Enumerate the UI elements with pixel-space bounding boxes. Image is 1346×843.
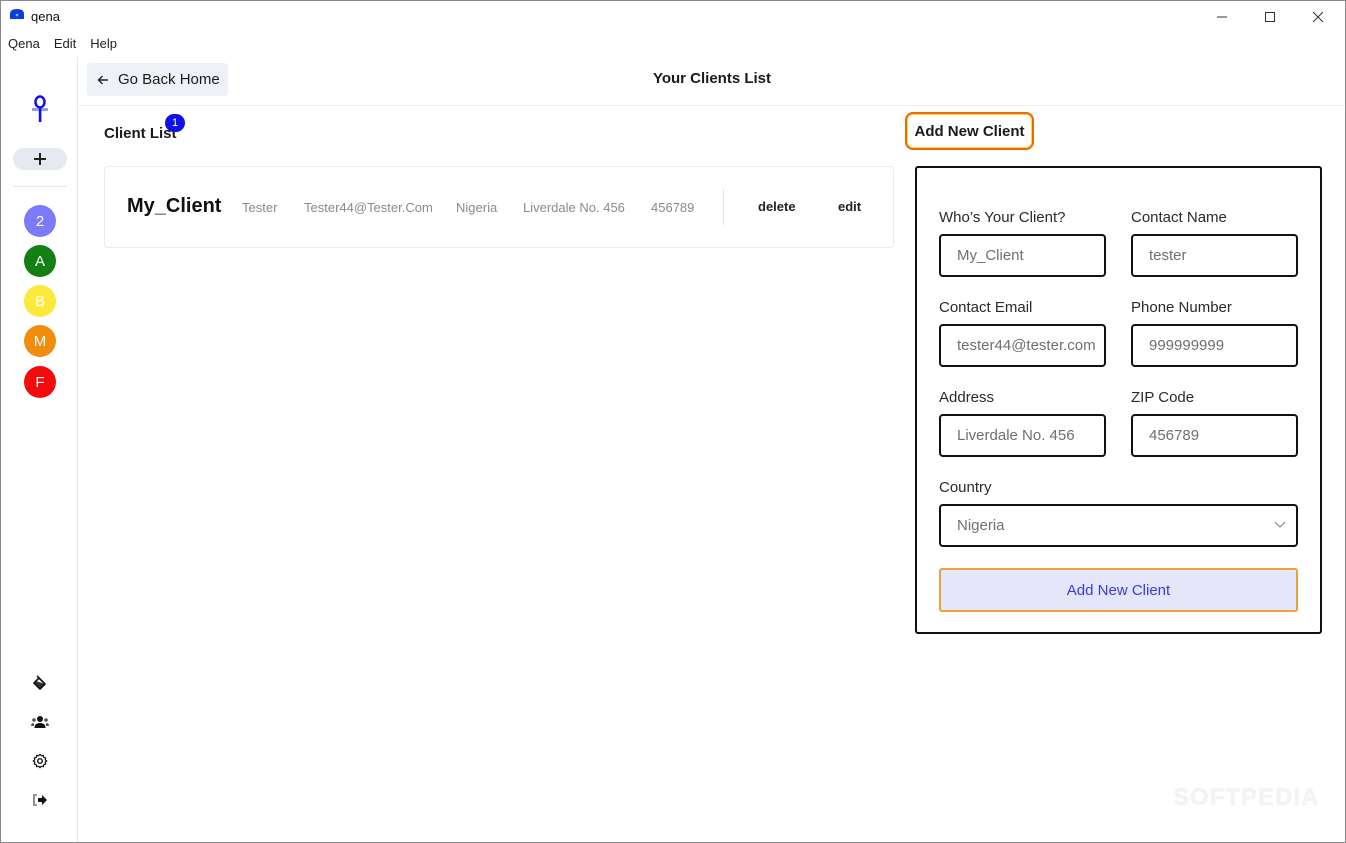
workspace-2[interactable]: 2 [24, 205, 56, 237]
phone-number-label: Phone Number [1131, 299, 1232, 316]
client-label: Who’s Your Client? [939, 209, 1066, 226]
users-icon [31, 716, 49, 728]
workspace-f[interactable]: F [24, 366, 56, 398]
contact-email-label: Contact Email [939, 299, 1033, 316]
sidebar: 2 A B M F [1, 57, 78, 842]
logout-button[interactable] [30, 790, 50, 810]
sidebar-divider [13, 186, 67, 187]
workspace-b[interactable]: B [24, 285, 56, 317]
workspace-m[interactable]: M [24, 325, 56, 357]
client-country: Nigeria [456, 200, 498, 215]
users-button[interactable] [30, 712, 50, 732]
contact-email-input[interactable]: tester44@tester.com [939, 324, 1106, 367]
client-contact: Tester [242, 200, 278, 215]
minimize-button[interactable] [1199, 1, 1245, 33]
maximize-button[interactable] [1247, 1, 1293, 33]
address-input[interactable]: Liverdale No. 456 [939, 414, 1106, 457]
page-title: Your Clients List [652, 70, 772, 87]
contact-name-label: Contact Name [1131, 209, 1227, 226]
address-label: Address [939, 389, 995, 406]
contact-name-input[interactable]: tester [1131, 234, 1298, 277]
sign-out-icon [33, 794, 47, 806]
theme-button[interactable] [30, 673, 50, 693]
row-divider [723, 189, 724, 225]
menu-edit[interactable]: Edit [47, 34, 83, 54]
minimize-icon [1217, 16, 1227, 18]
close-button[interactable] [1295, 1, 1341, 33]
paint-bucket-icon [33, 675, 46, 690]
menu-bar: Qena Edit Help [1, 34, 124, 54]
country-label: Country [939, 479, 992, 496]
edit-client-button[interactable]: edit [838, 199, 861, 214]
watermark: SOFTPEDIA [1173, 784, 1320, 811]
phone-number-input[interactable]: 999999999 [1131, 324, 1298, 367]
add-new-client-heading: Add New Client [905, 112, 1034, 150]
add-new-client-button[interactable]: Add New Client [939, 568, 1298, 612]
add-workspace-button[interactable] [13, 148, 67, 170]
zip-code-label: ZIP Code [1131, 389, 1195, 406]
delete-client-button[interactable]: delete [758, 199, 796, 214]
add-client-form: Who’s Your Client? Contact Name My_Clien… [915, 166, 1322, 634]
window-title: qena [31, 9, 60, 24]
country-select[interactable]: Nigeria [939, 504, 1298, 547]
zip-code-input[interactable]: 456789 [1131, 414, 1298, 457]
app-icon [10, 9, 24, 19]
menu-qena[interactable]: Qena [1, 34, 47, 54]
plus-icon [34, 153, 46, 165]
settings-button[interactable] [30, 751, 50, 771]
app-window: qena Qena Edit Help 2 A B M F Go Back Ho… [0, 0, 1346, 843]
client-row[interactable]: My_Client Tester Tester44@Tester.Com Nig… [104, 166, 894, 248]
client-count-badge: 1 [165, 114, 185, 132]
client-address: Liverdale No. 456 [523, 200, 625, 215]
country-selected-value: Nigeria [957, 517, 1005, 534]
client-zip: 456789 [651, 200, 695, 215]
workspace-a[interactable]: A [24, 245, 56, 277]
top-bar: Go Back Home Your Clients List [79, 57, 1345, 106]
ankh-logo-icon[interactable] [31, 95, 49, 123]
client-name-input[interactable]: My_Client [939, 234, 1106, 277]
client-email: Tester44@Tester.Com [304, 200, 433, 215]
gear-icon [32, 753, 48, 769]
menu-help[interactable]: Help [83, 34, 124, 54]
client-name: My_Client [127, 195, 222, 217]
chevron-down-icon [1274, 521, 1286, 528]
maximize-icon [1265, 12, 1275, 22]
title-bar: qena [1, 1, 1345, 33]
close-icon [1312, 11, 1324, 23]
